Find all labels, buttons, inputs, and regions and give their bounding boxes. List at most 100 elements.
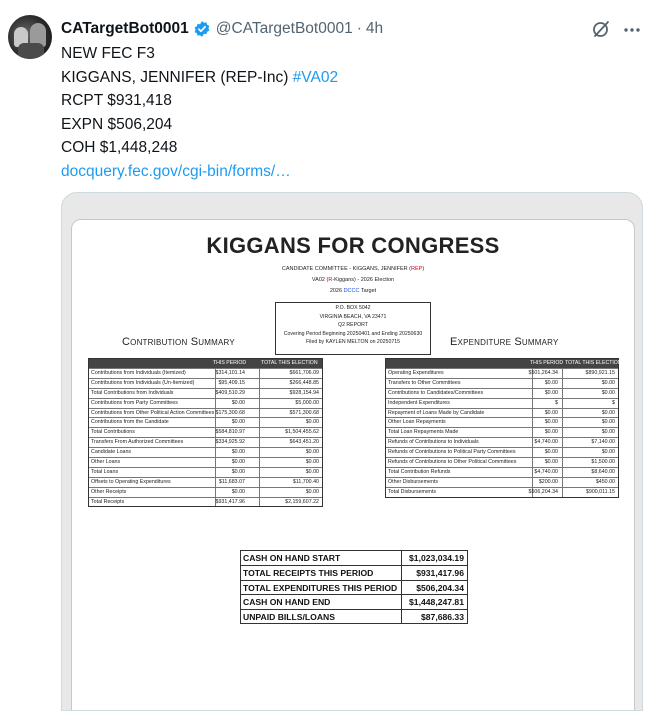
cell-divider [401,609,402,623]
cell-divider [562,398,563,408]
text-line: NEW FEC F3 [61,45,155,62]
separator-dot: · [356,20,362,37]
text-line: KIGGANS, JENNIFER (REP-Inc) #VA02 [61,66,338,90]
col-total-election: TOTAL THIS ELECTION [261,360,318,366]
cell-divider [562,458,563,467]
table-row: Contributions from Individuals (Itemized… [89,368,322,378]
col-this-period: THIS PERIOD [530,360,564,366]
table-row: Total Disbursements $506,204.34 $900,011.1… [386,486,618,497]
cell-divider [401,580,402,595]
this-period-value: $931,417.96 [215,498,245,505]
contribution-summary-title: Contribution Summary [122,336,235,348]
author-handle[interactable]: @CATargetBot0001 [216,20,353,38]
cash-summary-table: CASH ON HAND START $1,023,034.19 TOTAL REC… [240,550,468,624]
verified-badge-icon[interactable] [193,20,211,38]
cell-divider [562,378,563,388]
table-row: Repayment of Loans Made by Candidate $0.0… [386,407,618,418]
expenditure-summary-title: Expenditure Summary [450,336,559,348]
table-row: Transfers From Authorized Committees $334… [89,437,322,448]
cell-divider [259,458,260,467]
committee-line: CANDIDATE COMMITTEE - KIGGANS, JENNIFER … [281,266,425,272]
cell-divider [401,566,402,580]
summary-value: $1,023,034.19 [409,553,464,563]
contribution-summary-table: THIS PERIOD TOTAL THIS ELECTION Contribu… [88,358,323,508]
avatar-figure [18,43,44,59]
summary-row: CASH ON HAND END $1,448,247.81 [241,594,467,609]
cell-divider [259,497,260,507]
cell-divider [532,467,533,477]
address-line: Q2 REPORT [338,322,368,329]
cell-divider [215,458,216,467]
summary-row: CASH ON HAND START $1,023,034.19 [241,551,467,566]
cell-divider [401,551,402,566]
row-label: Total Disbursements [388,488,436,495]
table-row: Contributions from Individuals (Un-Itemi… [89,377,322,388]
table-row: Transfers to Other Committees $0.00 $0.00 [386,377,618,388]
cell-divider [532,428,533,438]
row-label: Total Receipts [91,498,125,505]
summary-label: UNPAID BILLS/LOANS [243,611,335,622]
summary-row: TOTAL EXPENDITURES THIS PERIOD $506,204.3… [241,579,467,595]
cell-divider [215,418,216,428]
cell-divider [562,438,563,448]
table-row: Candidate Loans $0.00 $0.00 [89,447,322,458]
cell-divider [259,428,260,438]
hashtag-link[interactable]: #VA02 [293,69,338,86]
table-row: Contributions to Candidates/Committees $0… [386,387,618,398]
table-row: Contributions from Party Committees $0.00… [89,397,322,408]
summary-label: TOTAL EXPENDITURES THIS PERIOD [243,582,398,593]
cell-divider [562,477,563,487]
table-row: Other Loans $0.00 $0.00 [89,457,322,467]
address-line: VIRGINIA BEACH, VA 23471 [319,313,387,320]
cell-divider [532,398,533,408]
cell-divider [259,448,260,458]
cell-divider [562,448,563,458]
summary-label: TOTAL RECEIPTS THIS PERIOD [243,568,374,579]
tweet-header: CATargetBot0001 @CATargetBot0001 · 4h [61,18,383,40]
summary-row: UNPAID BILLS/LOANS $87,686.33 [241,608,467,623]
summary-label: CASH ON HAND START [243,553,341,563]
table-row: Refunds of Contributions to Other Politi… [386,457,618,467]
cell-divider [215,398,216,408]
text-line: EXPN $506,204 [61,115,173,133]
report-document: KIGGANS FOR CONGRESS CANDIDATE COMMITTEE… [71,219,635,710]
cell-divider [532,408,533,418]
target-line: 2026 DCCC Target [329,288,377,294]
cell-divider [259,408,260,418]
timestamp[interactable]: 4h [366,20,383,38]
cell-divider [532,418,533,428]
cell-divider [562,388,563,398]
more-icon[interactable] [622,20,642,40]
this-period-value: $506,204.34 [528,488,558,495]
cell-divider [259,418,260,428]
cell-divider [532,378,533,388]
expenditure-summary-table: THIS PERIOD TOTAL THIS ELECTION Operatin… [385,358,622,498]
table-row: Offsets to Operating Expenditures $11,683… [89,476,322,487]
fec-link[interactable]: docquery.fec.gov/cgi-bin/forms/… [61,163,291,180]
table-header: THIS PERIOD TOTAL THIS ELECTION [89,359,322,368]
race-line: VA02 (R-Kiggans) - 2026 Election [311,277,395,283]
avatar[interactable] [8,15,52,59]
cell-divider [562,467,563,477]
media-image[interactable]: KIGGANS FOR CONGRESS CANDIDATE COMMITTEE… [61,192,643,711]
text-line: RCPT $931,418 [61,92,172,110]
cell-divider [562,418,563,428]
grok-icon[interactable] [591,19,611,39]
cell-divider [562,369,563,378]
cell-divider [259,378,260,388]
cell-divider [562,487,563,497]
cell-divider [401,595,402,609]
author-name[interactable]: CATargetBot0001 [61,20,189,38]
summary-label: CASH ON HAND END [243,597,331,608]
table-row: Total Contribution Refunds $4,740.00 $8,64… [386,466,618,477]
cell-divider [532,477,533,487]
table-row: Total Loans $0.00 $0.00 [89,466,322,477]
cell-divider [215,467,216,477]
tweet[interactable]: CATargetBot0001 @CATargetBot0001 · 4h NE… [0,0,648,711]
cell-divider [532,448,533,458]
cell-divider [562,428,563,438]
table-row: Total Loan Repayments Made $0.00 $0.00 [386,427,618,438]
table-row: Contributions from Other Political Actio… [89,407,322,418]
summary-value: $1,448,247.81 [409,597,464,608]
cell-divider [215,477,216,487]
